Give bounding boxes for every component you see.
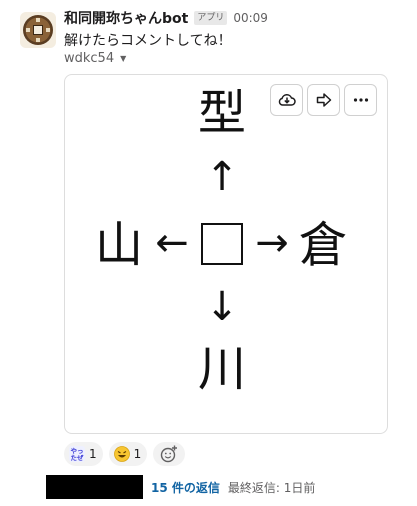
timestamp[interactable]: 00:09 bbox=[233, 11, 268, 25]
answer-blank-box bbox=[201, 223, 243, 265]
reaction-yatta[interactable]: やっ たぜ 1 bbox=[64, 442, 103, 466]
message-text: 解けたらコメントしてね！ bbox=[64, 33, 232, 49]
yatta-emoji-icon: やっ たぜ bbox=[69, 446, 85, 462]
reaction-count: 1 bbox=[133, 447, 142, 461]
kanji-top: 型 bbox=[197, 85, 246, 141]
reply-count-link[interactable]: 15 件の返信 bbox=[151, 479, 220, 496]
rolling-on-floor-laughing-icon bbox=[113, 446, 130, 462]
reaction-rofl[interactable]: 1 bbox=[108, 442, 148, 466]
arrow-down: ↓ bbox=[205, 284, 239, 330]
last-reply-time: 最終返信: 1日前 bbox=[227, 480, 316, 495]
redacted-reply-avatars bbox=[46, 475, 143, 499]
app-badge: アプリ bbox=[194, 11, 228, 25]
cloud-download-icon bbox=[278, 94, 296, 106]
thread-summary[interactable]: 15 件の返信 最終返信: 1日前 bbox=[46, 475, 315, 499]
kanji-left: 山 bbox=[94, 217, 143, 273]
reaction-count: 1 bbox=[89, 447, 97, 461]
arrow-right: → bbox=[255, 220, 289, 266]
image-toolbar bbox=[270, 84, 377, 116]
file-name: wdkc54 bbox=[64, 51, 115, 66]
caret-down-icon: ▼ bbox=[120, 54, 127, 63]
svg-text:たぜ: たぜ bbox=[71, 454, 85, 462]
file-name-toggle[interactable]: wdkc54 ▼ bbox=[64, 51, 126, 66]
coin-icon bbox=[23, 15, 53, 45]
bot-name[interactable]: 和同開珎ちゃんbot bbox=[64, 8, 188, 28]
kanji-bottom: 川 bbox=[197, 341, 246, 397]
add-reaction-button[interactable] bbox=[153, 442, 186, 466]
download-button[interactable] bbox=[270, 84, 303, 116]
kanji-right: 倉 bbox=[298, 217, 347, 273]
message-header: 和同開珎ちゃんbot アプリ 00:09 bbox=[64, 8, 268, 28]
bot-avatar[interactable] bbox=[20, 12, 56, 48]
share-button[interactable] bbox=[307, 84, 340, 116]
add-emoji-icon bbox=[161, 445, 178, 463]
more-horizontal-icon bbox=[353, 98, 368, 102]
puzzle-image[interactable]: 型 ↑ 山 ← → 倉 ↓ 川 bbox=[64, 74, 388, 434]
reactions-bar: やっ たぜ 1 1 bbox=[64, 442, 186, 466]
share-arrow-icon bbox=[316, 93, 331, 107]
arrow-up: ↑ bbox=[205, 154, 239, 200]
more-actions-button[interactable] bbox=[344, 84, 377, 116]
arrow-left: ← bbox=[155, 220, 189, 266]
message: 和同開珎ちゃんbot アプリ 00:09 解けたらコメントしてね！ wdkc54… bbox=[0, 0, 417, 506]
